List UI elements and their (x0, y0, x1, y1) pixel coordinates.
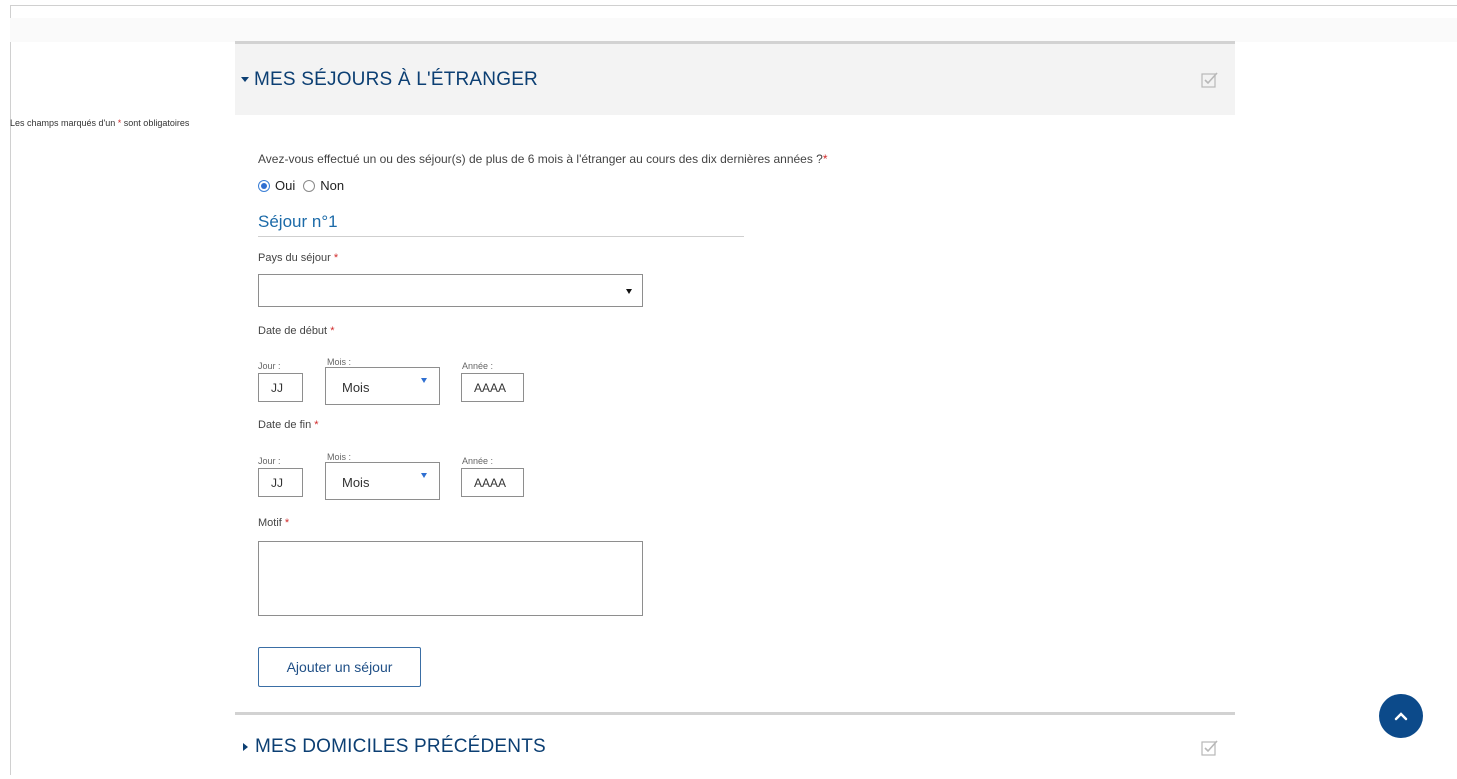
caret-down-icon (241, 77, 249, 82)
add-stay-button[interactable]: Ajouter un séjour (258, 647, 421, 687)
country-select[interactable] (258, 274, 643, 307)
end-year-input[interactable]: AAAA (461, 468, 524, 497)
reason-label: Motif * (258, 517, 289, 529)
start-day-label: Jour : (258, 361, 281, 371)
stay-abroad-question: Avez-vous effectué un ou des séjour(s) d… (258, 152, 828, 166)
dropdown-arrow-icon (421, 473, 427, 478)
required-fields-note: Les champs marqués d'un * sont obligatoi… (10, 118, 189, 128)
caret-right-icon (243, 743, 248, 751)
checkbox-checked-icon (1201, 72, 1218, 88)
radio-oui-label[interactable]: Oui (275, 178, 295, 193)
page-frame (10, 5, 1457, 775)
reason-required-star: * (284, 517, 290, 529)
reason-label-text: Motif (258, 517, 282, 529)
yes-no-radio-group: Oui Non (258, 178, 352, 193)
section-header-sejours[interactable]: MES SÉJOURS À L'ÉTRANGER (235, 41, 1235, 115)
dropdown-arrow-icon (626, 288, 632, 294)
end-date-label: Date de fin * (258, 419, 319, 431)
scroll-to-top-button[interactable] (1379, 694, 1423, 738)
stay-title: Séjour n°1 (258, 212, 338, 231)
start-month-select[interactable]: Mois (325, 367, 440, 405)
start-date-label: Date de début * (258, 325, 334, 337)
required-note-before: Les champs marqués d'un (10, 118, 118, 128)
question-required-star: * (822, 152, 828, 166)
radio-non-label[interactable]: Non (320, 178, 344, 193)
start-date-label-text: Date de début (258, 325, 328, 337)
start-year-input[interactable]: AAAA (461, 373, 524, 402)
end-year-label: Année : (462, 456, 494, 466)
reason-textarea[interactable] (258, 541, 643, 616)
radio-oui[interactable] (258, 179, 270, 192)
country-label-text: Pays du séjour (258, 252, 331, 264)
section-header-domiciles[interactable]: MES DOMICILES PRÉCÉDENTS (235, 712, 1235, 779)
end-day-input[interactable]: JJ (258, 468, 303, 497)
end-month-value: Mois (342, 475, 370, 490)
end-date-label-text: Date de fin (258, 419, 312, 431)
section-title-sejours: MES SÉJOURS À L'ÉTRANGER (254, 68, 538, 90)
end-month-label: Mois : (327, 452, 352, 462)
stay-title-divider (258, 236, 744, 237)
end-date-required-star: * (314, 419, 319, 431)
start-month-label: Mois : (327, 357, 352, 367)
start-day-input[interactable]: JJ (258, 373, 303, 402)
radio-non[interactable] (303, 179, 316, 192)
dropdown-arrow-icon (421, 378, 427, 383)
start-date-required-star: * (330, 325, 335, 337)
end-month-select[interactable]: Mois (325, 462, 440, 500)
end-day-label: Jour : (258, 456, 281, 466)
checkbox-checked-icon (1201, 739, 1218, 756)
start-month-value: Mois (342, 380, 370, 395)
question-text: Avez-vous effectué un ou des séjour(s) d… (258, 152, 823, 166)
top-band (10, 18, 1457, 42)
required-note-after: sont obligatoires (121, 118, 190, 128)
chevron-up-icon (1394, 712, 1408, 721)
country-required-star: * (333, 252, 339, 264)
start-year-label: Année : (462, 361, 494, 371)
country-label: Pays du séjour * (258, 252, 338, 264)
section-title-domiciles: MES DOMICILES PRÉCÉDENTS (255, 736, 546, 757)
